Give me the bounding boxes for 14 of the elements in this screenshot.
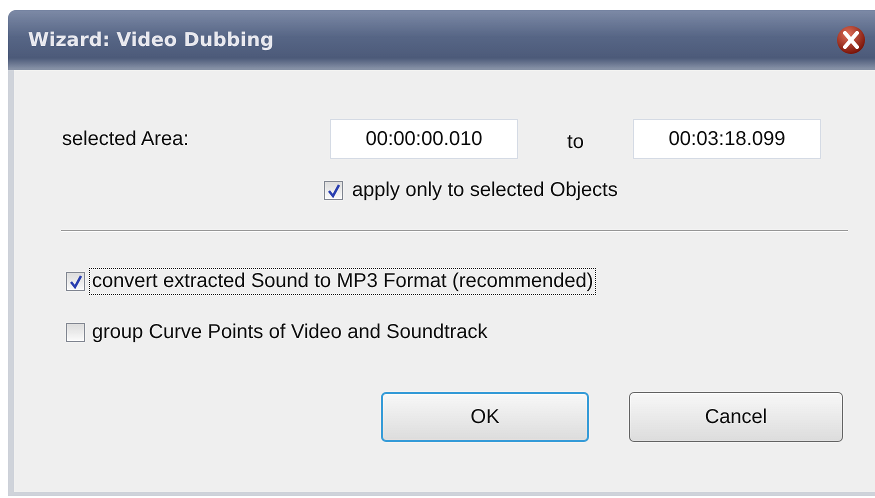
checkbox[interactable]: [66, 272, 85, 291]
to-label: to: [566, 130, 585, 154]
window-title: Wizard: Video Dubbing: [28, 29, 274, 51]
checkbox-label[interactable]: group Curve Points of Video and Soundtrack: [89, 319, 490, 346]
end-time-field[interactable]: 00:03:18.099: [633, 119, 821, 159]
area-label: selected Area:: [61, 128, 190, 150]
ok-button[interactable]: OK: [381, 392, 589, 442]
cancel-button[interactable]: Cancel: [629, 392, 843, 442]
close-icon[interactable]: [836, 25, 866, 55]
checkbox-label[interactable]: convert extracted Sound to MP3 Format (recommended): [89, 268, 596, 295]
checkbox[interactable]: [66, 323, 85, 342]
start-time-field[interactable]: 00:00:00.010: [330, 119, 518, 159]
checkbox-label[interactable]: apply only to selected Objects: [349, 177, 621, 204]
checkbox[interactable]: [324, 181, 343, 200]
